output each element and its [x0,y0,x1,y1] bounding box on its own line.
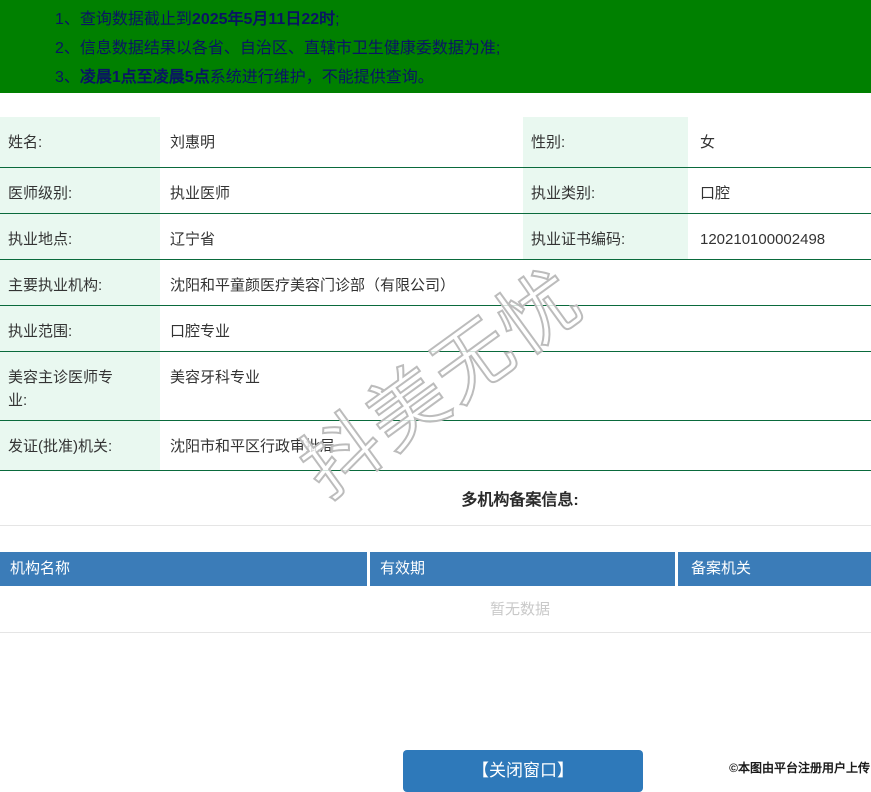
info-row-name-gender: 姓名: 刘惠明 性别: 女 [0,117,871,168]
practice-category-label: 执业类别: [523,168,688,213]
notice-text-bold: 2025年5月11日22时 [191,11,336,28]
doctor-level-value: 执业医师 [170,185,231,202]
table-bottom-divider [0,632,871,633]
notice-number: 2、 [55,40,80,57]
cosmetic-specialty-label: 美容主诊医师专业: [0,352,160,420]
info-row-place-cert: 执业地点: 辽宁省 执业证书编码: 120210100002498 [0,214,871,260]
org-table-header-registration-authority: 备案机关 [691,560,752,577]
org-table-empty-message: 暂无数据 [489,601,550,618]
issuing-authority-label: 发证(批准)机关: [0,421,160,470]
practitioner-info-table: 姓名: 刘惠明 性别: 女 医师级别: 执业医师 执业类别: 口腔 执业地点: … [0,117,871,471]
certificate-number-value: 120210100002498 [700,231,826,248]
notice-number: 3、 [55,69,80,86]
notice-text: 系统进行维护，不能提供查询。 [209,69,434,86]
org-table-header-org-name: 机构名称 [0,552,370,586]
name-value: 刘惠明 [170,134,216,151]
certificate-number-label: 执业证书编码: [523,214,688,259]
notice-text-bold: 凌晨1点至凌晨5点 [79,69,210,86]
info-row-cosmetic-specialty: 美容主诊医师专业: 美容牙科专业 [0,352,871,421]
gender-value: 女 [700,134,716,151]
gender-label: 性别: [523,117,688,167]
notice-line-3: 3、凌晨1点至凌晨5点系统进行维护，不能提供查询。 [55,63,861,92]
org-table-header-valid-period: 有效期 [370,552,678,586]
practice-place-value: 辽宁省 [170,231,216,248]
info-row-issuer: 发证(批准)机关: 沈阳市和平区行政审批局 [0,421,871,471]
name-label: 姓名: [0,117,160,167]
practice-scope-value: 口腔专业 [170,323,231,340]
practice-place-label: 执业地点: [0,214,160,259]
multi-org-section-title: 多机构备案信息: [461,492,579,509]
notice-line-2: 2、信息数据结果以各省、自治区、直辖市卫生健康委数据为准; [55,34,861,63]
practice-category-value: 口腔 [700,185,731,202]
cosmetic-specialty-value: 美容牙科专业 [170,369,261,386]
doctor-level-label: 医师级别: [0,168,160,213]
practice-scope-label: 执业范围: [0,306,160,351]
section-divider [0,525,871,526]
notice-text: 查询数据截止到 [79,11,192,28]
issuing-authority-value: 沈阳市和平区行政审批局 [170,438,336,455]
org-table-header-row: 机构名称 有效期 备案机关 [0,552,871,586]
close-window-button[interactable]: 【关闭窗口】 [403,750,643,792]
notice-text: 信息数据结果以各省、自治区、直辖市卫生健康委数据为准; [79,40,501,57]
main-org-value: 沈阳和平童颜医疗美容门诊部（有限公司） [170,277,456,294]
notice-number: 1、 [55,11,80,28]
notice-banner: 1、查询数据截止到2025年5月11日22时; 2、信息数据结果以各省、自治区、… [0,0,871,93]
info-row-scope: 执业范围: 口腔专业 [0,306,871,352]
info-row-main-org: 主要执业机构: 沈阳和平童颜医疗美容门诊部（有限公司） [0,260,871,306]
notice-text: ; [335,11,340,28]
info-row-level-category: 医师级别: 执业医师 执业类别: 口腔 [0,168,871,214]
copyright-notice: ©本图由平台注册用户上传 [729,761,870,775]
main-org-label: 主要执业机构: [0,260,160,305]
notice-line-1: 1、查询数据截止到2025年5月11日22时; [55,5,861,34]
